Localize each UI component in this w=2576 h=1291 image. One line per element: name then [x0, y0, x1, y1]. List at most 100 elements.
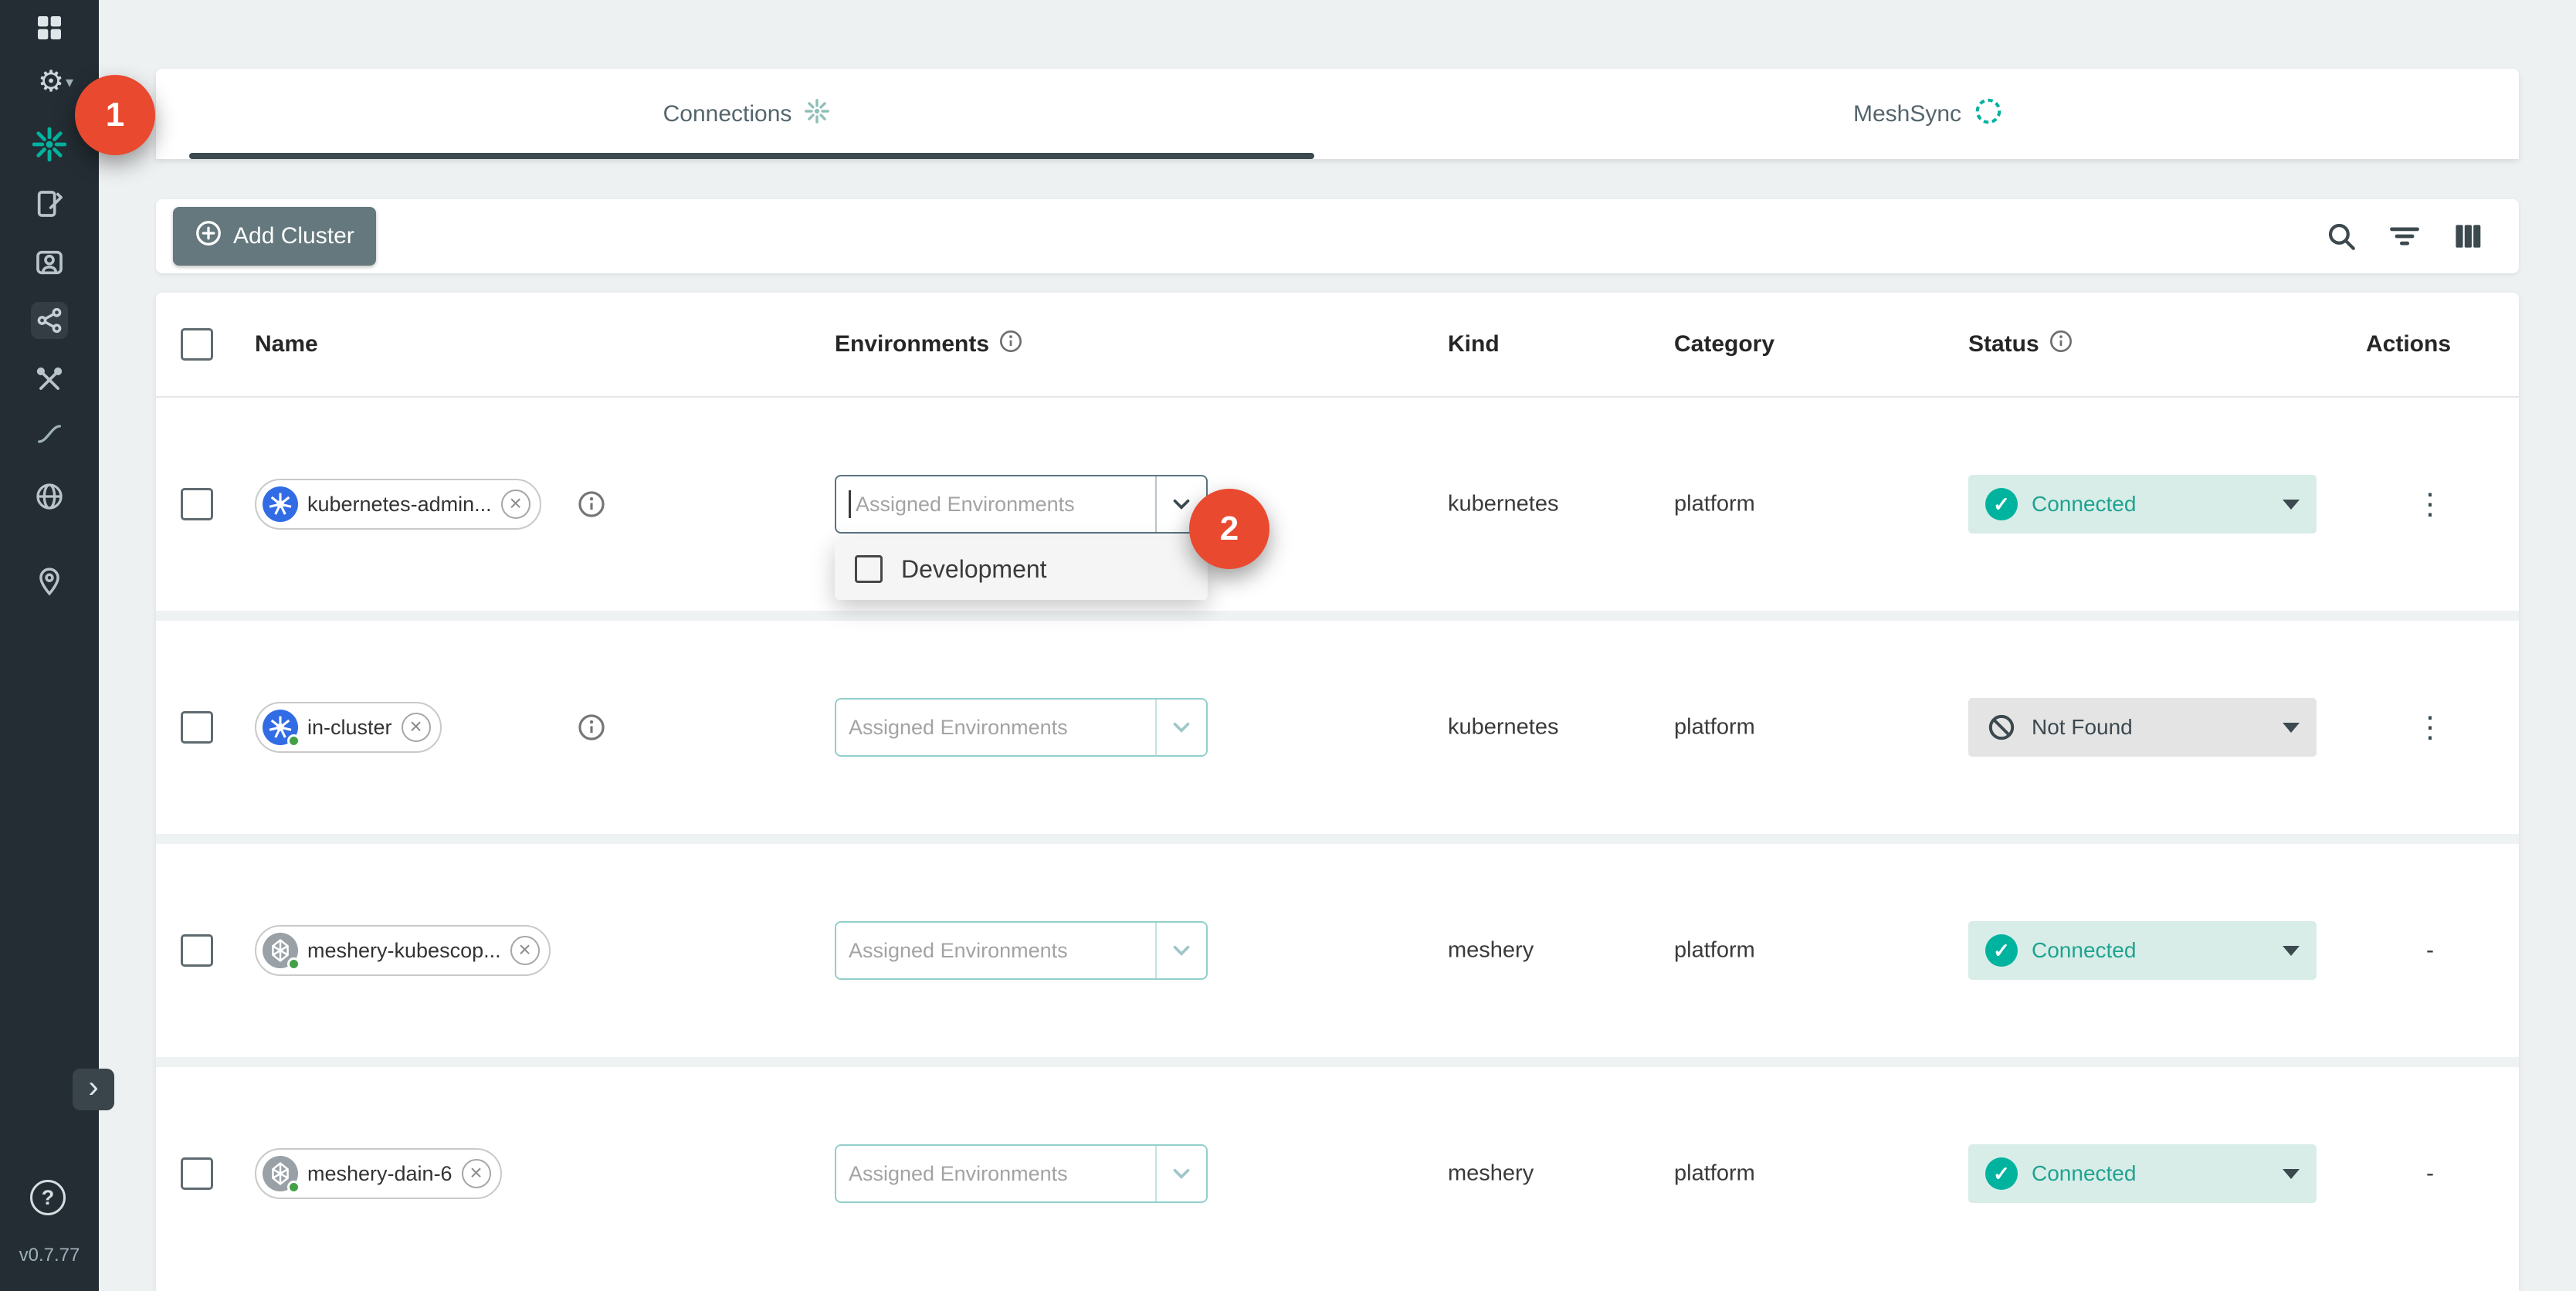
search-icon[interactable] [2324, 219, 2358, 253]
status-label: Not Found [2032, 715, 2133, 740]
info-icon[interactable] [577, 713, 606, 742]
table-row: meshery-kubescop... × Assigned Environme… [156, 844, 2519, 1057]
table-header: Name Environments Kind Category Status A… [156, 293, 2519, 398]
status-label: Connected [2032, 492, 2136, 517]
sidebar-item-environments[interactable] [31, 563, 68, 600]
row-actions-menu[interactable]: ⋮ [2395, 487, 2466, 522]
configuration-icon [34, 188, 65, 219]
share-graph-icon [35, 306, 64, 335]
row-separator [156, 1057, 2519, 1067]
sidebar-item-web[interactable] [31, 478, 68, 515]
row-actions-menu[interactable]: ⋮ [2395, 710, 2466, 745]
globe-icon [34, 481, 65, 512]
connection-name-chip[interactable]: meshery-dain-6 × [255, 1148, 502, 1199]
sidebar-item-users[interactable] [31, 244, 68, 281]
info-icon[interactable] [2049, 329, 2073, 360]
active-tab-indicator [189, 153, 1314, 159]
app-version: v0.7.77 [0, 1245, 99, 1266]
sidebar-item-configuration[interactable] [31, 185, 68, 222]
connection-name-chip[interactable]: in-cluster × [255, 702, 442, 753]
environments-placeholder: Assigned Environments [849, 716, 1068, 740]
curve-icon [34, 418, 65, 449]
row-checkbox[interactable] [181, 934, 213, 967]
view-columns-icon[interactable] [2451, 219, 2485, 253]
table-row: kubernetes-admin... × Assigned Environme… [156, 398, 2519, 611]
add-cluster-button[interactable]: Add Cluster [173, 207, 376, 266]
row-checkbox[interactable] [181, 711, 213, 744]
online-dot [287, 957, 300, 971]
environments-placeholder: Assigned Environments [849, 939, 1068, 963]
sidebar-item-curve[interactable] [31, 415, 68, 452]
online-dot [287, 734, 300, 747]
category-value: platform [1674, 492, 1755, 517]
location-pin-icon [35, 567, 64, 596]
kind-value: meshery [1448, 1161, 1534, 1187]
caret-down-icon [2283, 946, 2300, 956]
table-row: meshery-dain-6 × Assigned Environments m… [156, 1067, 2519, 1280]
meshery-icon [263, 1156, 298, 1191]
kind-value: kubernetes [1448, 715, 1559, 740]
table-toolbar: Add Cluster [156, 199, 2519, 273]
status-chip[interactable]: ✓ Connected [1968, 921, 2317, 980]
sidebar-expand-button[interactable]: › [73, 1069, 114, 1110]
dropdown-option-development[interactable]: Development [835, 538, 1208, 600]
connections-spinner-icon [804, 98, 830, 130]
close-icon[interactable]: × [462, 1159, 491, 1188]
info-icon[interactable] [577, 490, 606, 519]
connection-name: meshery-kubescop... [307, 939, 501, 963]
tab-connections[interactable]: Connections [156, 69, 1337, 159]
header-kind: Kind [1448, 331, 1500, 357]
development-checkbox[interactable] [855, 555, 883, 583]
meshery-icon [263, 933, 298, 968]
environments-select[interactable]: Assigned Environments [835, 1144, 1208, 1203]
connection-name-chip[interactable]: meshery-kubescop... × [255, 925, 551, 976]
row-separator [156, 834, 2519, 844]
crossed-tools-icon [35, 365, 64, 395]
sidebar-item-dashboard[interactable] [31, 9, 68, 46]
tab-meshsync[interactable]: MeshSync [1337, 69, 2519, 159]
text-cursor [849, 490, 851, 518]
help-icon[interactable]: ? [30, 1180, 66, 1215]
environments-select[interactable]: Assigned Environments [835, 475, 1208, 534]
chevron-down-icon[interactable] [1155, 1146, 1206, 1201]
category-value: platform [1674, 715, 1755, 740]
close-icon[interactable]: × [402, 713, 431, 742]
close-icon[interactable]: × [510, 936, 540, 965]
annotation-step-1: 1 [75, 75, 155, 155]
meshsync-spinner-icon [1974, 97, 2003, 132]
sidebar-item-toolkit[interactable] [31, 361, 68, 398]
row-separator [156, 611, 2519, 621]
close-icon[interactable]: × [501, 490, 530, 519]
environments-select[interactable]: Assigned Environments [835, 921, 1208, 980]
header-category: Category [1674, 331, 1774, 357]
row-checkbox[interactable] [181, 488, 213, 520]
sidebar-item-settings[interactable]: ⚙ ▾ [31, 63, 80, 100]
tab-meshsync-label: MeshSync [1853, 101, 1961, 127]
check-circle-icon: ✓ [1985, 488, 2018, 520]
header-environments: Environments [835, 329, 1023, 360]
row-checkbox[interactable] [181, 1157, 213, 1190]
info-icon[interactable] [998, 329, 1023, 360]
environments-dropdown-menu: Development [835, 538, 1208, 600]
chevron-down-icon[interactable] [1155, 923, 1206, 978]
sidebar-item-lifecycle-active[interactable] [31, 126, 68, 163]
select-all-checkbox[interactable] [181, 328, 213, 361]
status-chip[interactable]: ✓ Connected [1968, 475, 2317, 534]
category-value: platform [1674, 938, 1755, 964]
status-chip[interactable]: ✓ Connected [1968, 1144, 2317, 1203]
chevron-down-icon[interactable] [1155, 700, 1206, 755]
gear-icon: ⚙ [38, 67, 64, 97]
sidebar-item-relationships[interactable] [31, 302, 68, 339]
environments-placeholder: Assigned Environments [849, 1162, 1068, 1186]
caret-down-icon [2283, 723, 2300, 733]
connection-name: in-cluster [307, 716, 392, 740]
row-actions-none: - [2395, 937, 2466, 964]
check-circle-icon: ✓ [1985, 1157, 2018, 1190]
status-label: Connected [2032, 938, 2136, 963]
environments-select[interactable]: Assigned Environments [835, 698, 1208, 757]
filter-icon[interactable] [2388, 219, 2422, 253]
kind-value: meshery [1448, 938, 1534, 964]
status-label: Connected [2032, 1161, 2136, 1186]
connection-name-chip[interactable]: kubernetes-admin... × [255, 479, 541, 530]
status-chip[interactable]: Not Found [1968, 698, 2317, 757]
